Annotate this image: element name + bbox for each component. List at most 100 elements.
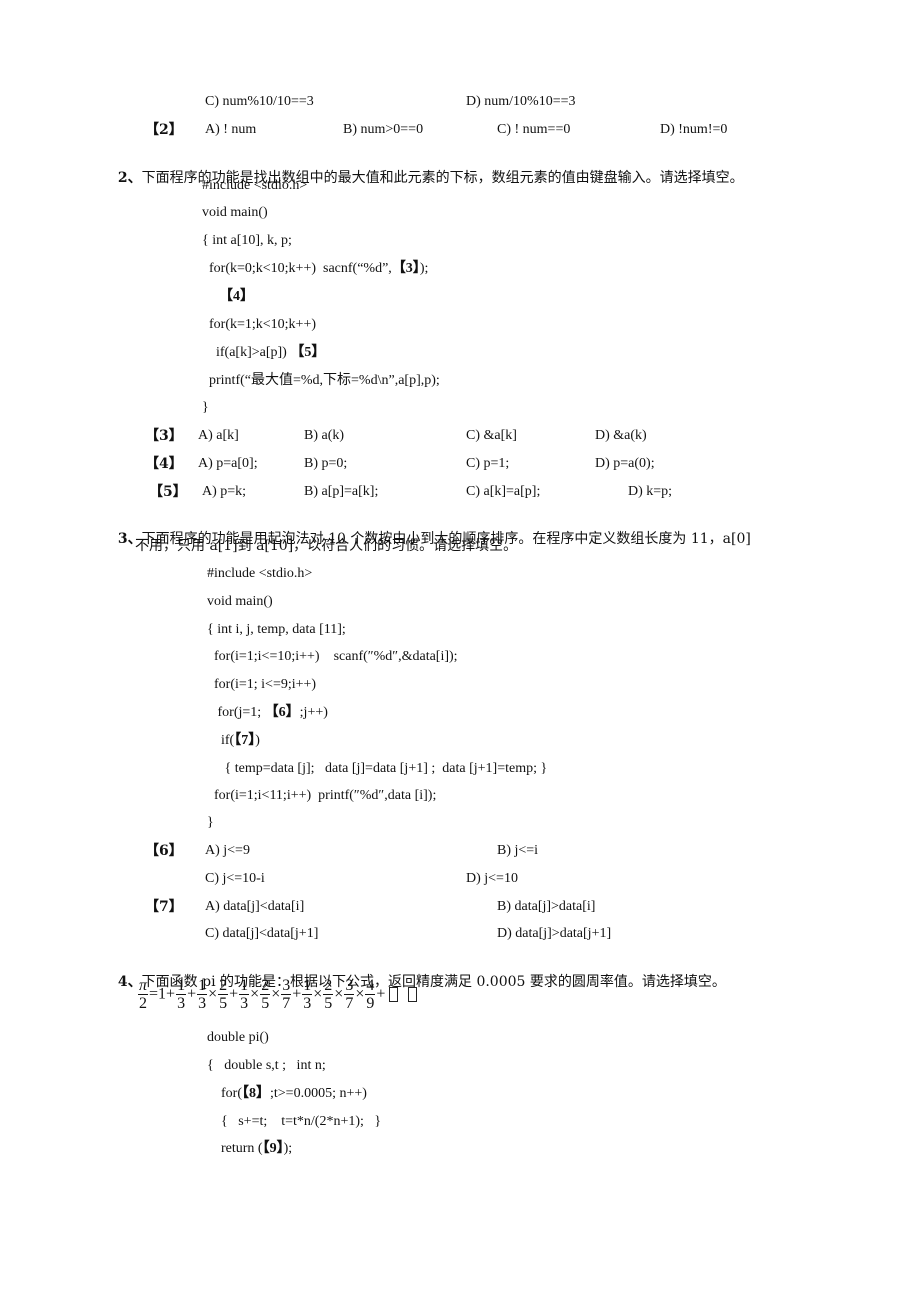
code-text: for(j=1; [207,705,265,720]
code-text: ) [255,733,260,748]
numerator: 1 [176,977,187,995]
code-line: for(i=1;i<=10;i++) scanf(″%d″,&data[i]); [207,649,458,664]
q1-option-d: D) num/10%10==3 [466,94,576,109]
code-line: for(【8】;t>=0.0005; n++) [207,1084,367,1104]
numerator: 2 [218,977,229,995]
blank-2-option-d: D) !num!=0 [660,122,728,137]
equals-sign: = [149,985,159,1003]
plus-sign: + [187,985,197,1003]
blank-6-option-d: D) j<=10 [466,871,518,886]
code-line: double pi() [207,1030,269,1045]
numerator: 4 [365,977,376,995]
question-3-text-cont: 不用，只用 a[1]到 a[10]，以符合人们的习惯。请选择填空。 [135,538,518,554]
code-line: } [202,400,209,415]
denominator: 3 [198,995,207,1012]
placeholder-glyph [389,987,399,1002]
denominator: 7 [282,995,291,1012]
blank-2-option-c: C) ! num==0 [497,122,571,137]
fraction: 37 [281,977,292,1012]
blank-5-marker: 【5】 [290,345,326,360]
code-line: for(k=0;k<10;k++) sacnf(“%d”,【3】); [202,259,428,279]
blank-7-label: 【7】 [145,899,183,915]
fraction: 37 [344,977,355,1012]
code-line: return (【9】); [207,1139,292,1159]
blank-7-option-a: A) data[j]<data[i] [205,899,305,914]
pi-series-formula: π 2 =1+ 1 3 +1 3 × 2 5 +1 3 × 2 5 × 3 7 +1 3 × 2 5 × 3 7 × 4 9 + [137,977,418,1012]
blank-6-option-c: C) j<=10-i [205,871,265,886]
fraction: 25 [218,977,229,1012]
code-text: ); [283,1141,293,1156]
blank-5-option-a: A) p=k; [202,484,247,499]
code-text: for(k=0;k<10;k++) sacnf(“%d”, [202,261,392,276]
plus-sign: + [292,985,302,1003]
denominator: 3 [240,995,249,1012]
fraction: 13 [302,977,313,1012]
times-sign: × [271,985,281,1003]
times-sign: × [250,985,260,1003]
code-line: for(i=1; i<=9;i++) [207,677,317,692]
blank-3-marker: 【3】 [391,261,420,276]
code-line: { temp=data [j]; data [j]=data [j+1] ; d… [207,761,548,776]
numerator: 2 [323,977,334,995]
code-line: #include <stdio.h> [207,566,313,581]
blank-4-option-c: C) p=1; [466,456,510,471]
code-line: printf(“最大值=%d,下标=%d\n”,a[p],p); [202,373,440,388]
denominator: 3 [177,995,186,1012]
code-text: ;t>=0.0005; n++) [270,1086,367,1101]
numerator: 1 [302,977,313,995]
times-sign: × [208,985,218,1003]
code-line: { double s,t ; int n; [207,1058,326,1073]
blank-2-option-b: B) num>0==0 [343,122,424,137]
blank-9-marker: 【9】 [262,1141,284,1156]
blank-4-option-a: A) p=a[0]; [198,456,258,471]
fraction: 49 [365,977,376,1012]
blank-6-label: 【6】 [145,843,183,859]
question-number: 2、 [117,170,142,186]
fraction: 13 [197,977,208,1012]
denominator: 3 [303,995,312,1012]
denominator: 5 [324,995,333,1012]
numerator: π [138,977,149,995]
times-sign: × [334,985,344,1003]
denominator: 2 [139,995,147,1012]
numerator: 3 [281,977,292,995]
blank-7-option-d: D) data[j]>data[j+1] [497,926,612,941]
blank-5-label: 【5】 [149,484,187,500]
blank-6-option-a: A) j<=9 [205,843,250,858]
blank-4-label: 【4】 [145,456,183,472]
series-terms: +1 3 +1 3 × 2 5 +1 3 × 2 5 × 3 7 +1 3 × 2 5 × 3 7 × 4 9 [166,977,376,1012]
code-line: } [207,815,214,830]
q1-option-c: C) num%10/10==3 [205,94,314,109]
numerator: 3 [344,977,355,995]
code-line: { s+=t; t=t*n/(2*n+1); } [207,1114,382,1129]
times-sign: × [355,985,365,1003]
blank-3-option-b: B) a(k) [304,428,345,443]
code-line: { int i, j, temp, data [11]; [207,622,346,637]
code-line: void main() [202,205,268,220]
blank-5-option-d: D) k=p; [628,484,673,499]
denominator: 9 [366,995,375,1012]
code-line: #include <stdio.h> [202,178,308,193]
blank-5-option-c: C) a[k]=a[p]; [466,484,541,499]
blank-5-option-b: B) a[p]=a[k]; [304,484,379,499]
code-line: for(i=1;i<11;i++) printf(″%d″,data [i]); [207,788,437,803]
blank-4-marker: 【4】 [219,289,254,304]
blank-4-option-b: B) p=0; [304,456,348,471]
code-text: ;j++) [299,705,328,720]
blank-7-option-b: B) data[j]>data[i] [497,899,596,914]
blank-2-option-a: A) ! num [205,122,257,137]
code-text: if(a[k]>a[p]) [202,345,291,360]
numerator: 2 [260,977,271,995]
blank-8-marker: 【8】 [242,1086,270,1101]
fraction: 25 [323,977,334,1012]
placeholder-glyph [408,987,418,1002]
blank-7-marker: 【7】 [234,733,256,748]
code-text: ); [419,261,429,276]
blank-3-option-d: D) &a(k) [595,428,647,443]
code-line: if(【7】) [207,731,260,751]
fraction: 25 [260,977,271,1012]
code-text: for( [207,1086,242,1101]
blank-7-option-c: C) data[j]<data[j+1] [205,926,319,941]
denominator: 5 [261,995,270,1012]
denominator: 5 [219,995,228,1012]
